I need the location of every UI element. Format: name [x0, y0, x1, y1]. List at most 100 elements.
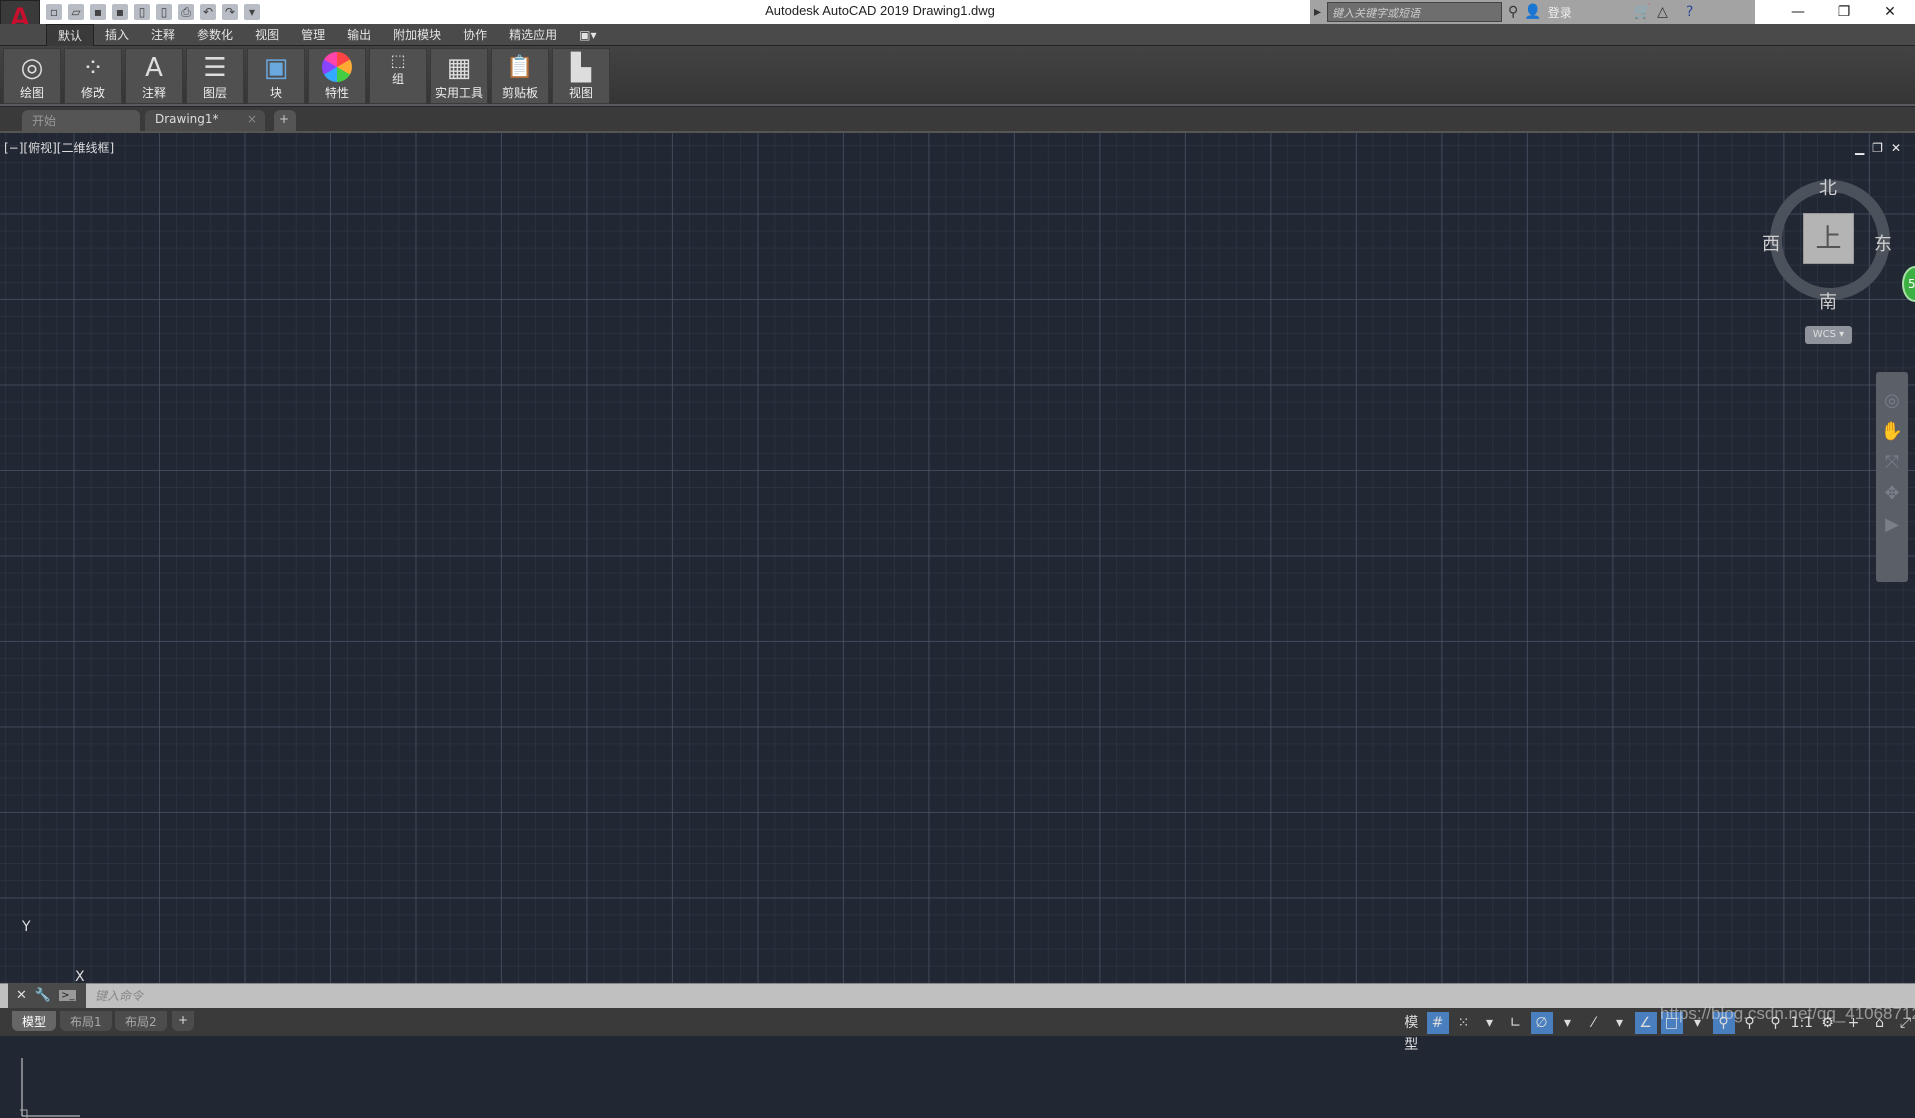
ucs-dropdown[interactable]: WCS ▾ — [1805, 326, 1852, 344]
panel-layers[interactable]: ☰ 图层 — [186, 48, 244, 104]
navigation-bar: ◎ ✋ ⤧ ✥ ▶ — [1876, 372, 1908, 582]
tab-parametric[interactable]: 参数化 — [186, 24, 244, 46]
compass-west[interactable]: 西 — [1762, 230, 1780, 256]
tab-layout1[interactable]: 布局1 — [60, 1011, 112, 1031]
tab-drawing1[interactable]: Drawing1* × — [145, 110, 265, 131]
publish-icon[interactable]: ▯ — [134, 4, 150, 20]
viewcube-face-top[interactable]: 上 — [1803, 213, 1854, 264]
file-tabs: 开始 Drawing1* × + — [0, 107, 1915, 133]
snap-icon[interactable]: ⁙ — [1453, 1012, 1475, 1034]
tab-collaborate[interactable]: 协作 — [452, 24, 498, 46]
signin-button[interactable]: 登录 — [1548, 4, 1628, 21]
tab-output[interactable]: 输出 — [336, 24, 382, 46]
steering-wheel-icon[interactable]: ◎ — [1884, 390, 1900, 411]
save-icon[interactable]: ▪ — [90, 4, 106, 20]
snap-dropdown-icon[interactable]: ▾ — [1479, 1012, 1501, 1034]
info-center: ▸ 键入关键字或短语 ⚲ 👤 登录 🛒 △ ? — [1310, 0, 1755, 24]
panel-label: 实用工具 — [434, 86, 483, 100]
calculator-icon: ▦ — [446, 53, 472, 83]
tab-start[interactable]: 开始 — [22, 110, 140, 131]
customize-wrench-icon[interactable]: 🔧 — [35, 988, 51, 1003]
showmotion-icon[interactable]: ▶ — [1885, 514, 1899, 535]
saveas-icon[interactable]: ▪ — [112, 4, 128, 20]
cart-icon[interactable]: 🛒 — [1634, 4, 1651, 20]
close-button[interactable]: ✕ — [1867, 0, 1913, 24]
redo-icon[interactable]: ↷ — [222, 4, 238, 20]
polar-dropdown-icon[interactable]: ▾ — [1557, 1012, 1579, 1034]
text-icon: A — [145, 53, 163, 83]
model-space-toggle[interactable]: 模型 — [1400, 1012, 1423, 1053]
help-icon[interactable]: ? — [1686, 4, 1693, 20]
new-icon[interactable]: ▫ — [46, 4, 62, 20]
command-input[interactable]: 键入命令 — [95, 987, 143, 1004]
group-icon: ⬚ — [390, 51, 406, 70]
close-tab-icon[interactable]: × — [247, 112, 257, 126]
layers-icon: ☰ — [203, 53, 227, 83]
tab-insert[interactable]: 插入 — [94, 24, 140, 46]
panel-label: 图层 — [202, 86, 227, 100]
panel-label: 视图 — [568, 86, 593, 100]
panel-block[interactable]: ▣ 块 — [247, 48, 305, 104]
color-wheel-icon — [322, 52, 352, 82]
new-tab-button[interactable]: + — [274, 110, 296, 131]
panel-modify[interactable]: ⁘ 修改 — [64, 48, 122, 104]
viewport-restore-icon[interactable]: ❐ — [1872, 141, 1883, 155]
panel-clipboard[interactable]: 📋 剪贴板 — [491, 48, 549, 104]
tab-default[interactable]: 默认 — [46, 24, 95, 46]
command-line[interactable] — [0, 983, 1915, 1008]
recent-commands-icon[interactable]: >_ — [59, 990, 77, 1001]
grid-icon[interactable]: # — [1426, 1012, 1449, 1034]
compass-north[interactable]: 北 — [1819, 174, 1837, 200]
restore-button[interactable]: ❐ — [1821, 0, 1867, 24]
a360-icon[interactable]: △ — [1657, 4, 1668, 20]
ribbon-toggle-icon[interactable]: ▣▾ — [568, 24, 607, 46]
iso-dropdown-icon[interactable]: ▾ — [1609, 1012, 1631, 1034]
tab-annotate[interactable]: 注释 — [140, 24, 186, 46]
zoom-extents-icon[interactable]: ⤧ — [1885, 452, 1899, 473]
open-icon[interactable]: ▱ — [68, 4, 84, 20]
tab-view[interactable]: 视图 — [244, 24, 290, 46]
polar-tracking-icon[interactable]: ∅ — [1530, 1012, 1553, 1034]
drawing-canvas[interactable]: [−][俯视][二维线框] ▁ ❐ ✕ Y X — [0, 133, 1915, 1118]
close-command-line-icon[interactable]: ✕ — [16, 988, 27, 1003]
add-layout-button[interactable]: + — [172, 1011, 195, 1031]
viewport-close-icon[interactable]: ✕ — [1891, 141, 1901, 155]
panel-group[interactable]: ⬚ 组 — [369, 48, 427, 104]
panel-draw[interactable]: ◎ 绘图 — [3, 48, 61, 104]
block-icon: ▣ — [263, 53, 289, 83]
binoculars-icon[interactable]: ⚲ — [1508, 4, 1518, 20]
isodraft-icon[interactable]: ⁄ — [1583, 1012, 1605, 1034]
expand-icon[interactable]: ▸ — [1314, 4, 1321, 20]
minimize-button[interactable]: — — [1775, 0, 1821, 24]
orbit-icon[interactable]: ✥ — [1884, 483, 1899, 504]
ribbon: ◎ 绘图 ⁘ 修改 A 注释 ☰ 图层 ▣ 块 特性 ⬚ 组 ▦ 实用工具 📋 剪贴板 ▙ 视图 — [0, 46, 1915, 106]
tab-label: 开始 — [32, 114, 57, 128]
tab-addins[interactable]: 附加模块 — [382, 24, 452, 46]
tab-featured-apps[interactable]: 精选应用 — [498, 24, 568, 46]
panel-label: 修改 — [80, 86, 105, 100]
panel-label: 剪贴板 — [501, 86, 538, 100]
viewport-controls[interactable]: [−][俯视][二维线框] — [4, 139, 114, 156]
customize-icon[interactable]: ▾ — [244, 4, 260, 20]
tab-layout2[interactable]: 布局2 — [115, 1011, 167, 1031]
compass-south[interactable]: 南 — [1819, 288, 1837, 314]
share-icon[interactable]: ▯ — [156, 4, 172, 20]
panel-view[interactable]: ▙ 视图 — [552, 48, 610, 104]
tab-manage[interactable]: 管理 — [290, 24, 336, 46]
undo-icon[interactable]: ↶ — [200, 4, 216, 20]
panel-utilities[interactable]: ▦ 实用工具 — [430, 48, 488, 104]
panel-label: 绘图 — [19, 86, 44, 100]
plot-icon[interactable]: ⎙ — [178, 4, 194, 20]
object-snap-tracking-icon[interactable]: ∠ — [1634, 1012, 1657, 1034]
compass-east[interactable]: 东 — [1874, 230, 1892, 256]
ortho-icon[interactable]: ∟ — [1505, 1012, 1527, 1034]
panel-properties[interactable]: 特性 — [308, 48, 366, 104]
user-icon: 👤 — [1524, 4, 1542, 20]
clipboard-icon: 📋 — [506, 55, 534, 80]
panel-annotation[interactable]: A 注释 — [125, 48, 183, 104]
ribbon-tabs: 默认 插入 注释 参数化 视图 管理 输出 附加模块 协作 精选应用 ▣▾ — [0, 24, 1915, 46]
viewport-minimize-icon[interactable]: ▁ — [1855, 141, 1864, 155]
search-input[interactable]: 键入关键字或短语 — [1327, 2, 1503, 22]
pan-icon[interactable]: ✋ — [1881, 421, 1903, 442]
tab-model[interactable]: 模型 — [12, 1011, 57, 1031]
